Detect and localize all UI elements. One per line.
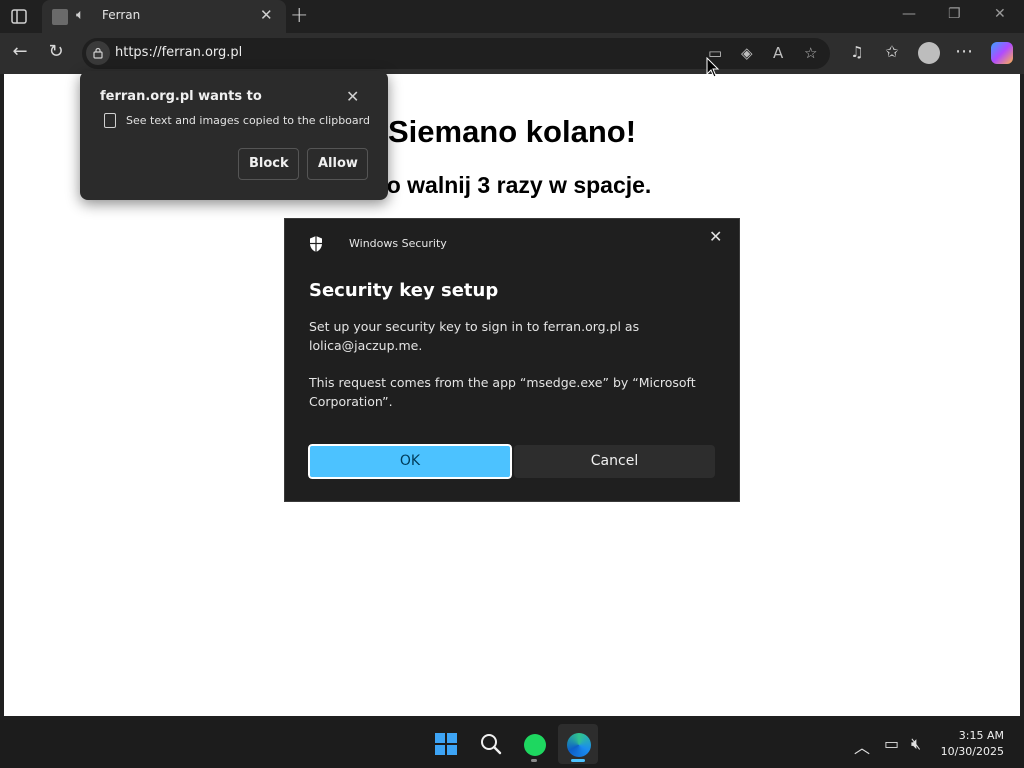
minimize-icon[interactable]: — xyxy=(902,6,916,22)
dialog-body: Set up your security key to sign in to f… xyxy=(309,317,719,429)
profile-icon[interactable] xyxy=(918,42,940,64)
network-icon[interactable]: ▭ xyxy=(884,734,899,753)
close-icon[interactable]: ✕ xyxy=(709,227,722,246)
dialog-paragraph-source: This request comes from the app “msedge.… xyxy=(309,375,696,409)
tab-strip: 🔈︎ Ferran ✕ + — ❐ ✕ xyxy=(0,0,1024,33)
url-text[interactable]: https://ferran.org.pl xyxy=(115,45,242,60)
permission-title: ferran.org.pl wants to xyxy=(100,89,262,104)
system-clock[interactable]: 3:15 AM 10/30/2025 xyxy=(941,728,1004,760)
cancel-button[interactable]: Cancel xyxy=(514,445,715,478)
windows-security-dialog: Windows Security ✕ Security key setup Se… xyxy=(284,218,740,502)
sidebar-icon[interactable] xyxy=(10,8,30,26)
chevron-up-icon[interactable]: ︿ xyxy=(854,734,870,758)
windows-start-icon[interactable] xyxy=(427,724,467,764)
refresh-icon[interactable]: ↻ xyxy=(45,41,67,63)
volume-icon[interactable]: 🔇︎ xyxy=(911,734,921,754)
clock-date: 10/30/2025 xyxy=(940,745,1004,758)
dialog-paragraph-account: Set up your security key to sign in to f… xyxy=(309,319,640,353)
lock-icon[interactable] xyxy=(86,41,110,65)
clipboard-icon xyxy=(104,113,116,128)
back-icon[interactable]: ← xyxy=(9,41,31,63)
music-icon[interactable]: ♫ xyxy=(846,41,868,63)
spotify-icon[interactable] xyxy=(514,724,554,764)
ok-button[interactable]: OK xyxy=(307,443,513,480)
search-icon[interactable] xyxy=(471,724,511,764)
read-aloud-icon[interactable]: A xyxy=(773,44,783,62)
favorite-icon[interactable]: ☆ xyxy=(804,44,817,62)
restore-icon[interactable]: ❐ xyxy=(948,6,961,22)
immersive-reader-icon[interactable]: ◈ xyxy=(741,44,753,62)
tab-favicon xyxy=(52,9,68,25)
close-icon[interactable]: ✕ xyxy=(260,6,273,24)
dialog-app-name: Windows Security xyxy=(349,237,447,250)
close-window-icon[interactable]: ✕ xyxy=(994,6,1006,22)
tab-title: Ferran xyxy=(102,8,141,22)
clipboard-permission-popup: ferran.org.pl wants to ✕ See text and im… xyxy=(80,71,388,200)
clock-time: 3:15 AM xyxy=(958,729,1004,742)
more-icon[interactable]: ⋯ xyxy=(953,41,975,63)
allow-button[interactable]: Allow xyxy=(307,148,368,180)
mouse-cursor-icon xyxy=(706,57,720,78)
taskbar: ︿ ▭ 🔇︎ 3:15 AM 10/30/2025 xyxy=(0,720,1024,768)
plus-icon[interactable]: + xyxy=(290,3,308,28)
permission-item: See text and images copied to the clipbo… xyxy=(126,114,370,127)
shield-icon xyxy=(310,236,322,252)
close-icon[interactable]: ✕ xyxy=(346,87,359,106)
copilot-icon[interactable] xyxy=(991,42,1013,64)
speaker-icon[interactable]: 🔈︎ xyxy=(76,7,84,23)
edge-icon[interactable] xyxy=(558,724,598,764)
dialog-heading: Security key setup xyxy=(309,280,499,301)
browser-tab[interactable]: 🔈︎ Ferran ✕ xyxy=(42,0,286,33)
favorites-icon[interactable]: ✩ xyxy=(881,41,903,63)
block-button[interactable]: Block xyxy=(238,148,299,180)
browser-toolbar: ← ↻ https://ferran.org.pl ▭ ◈ A ☆ ♫ ✩ ⋯ xyxy=(0,33,1024,74)
